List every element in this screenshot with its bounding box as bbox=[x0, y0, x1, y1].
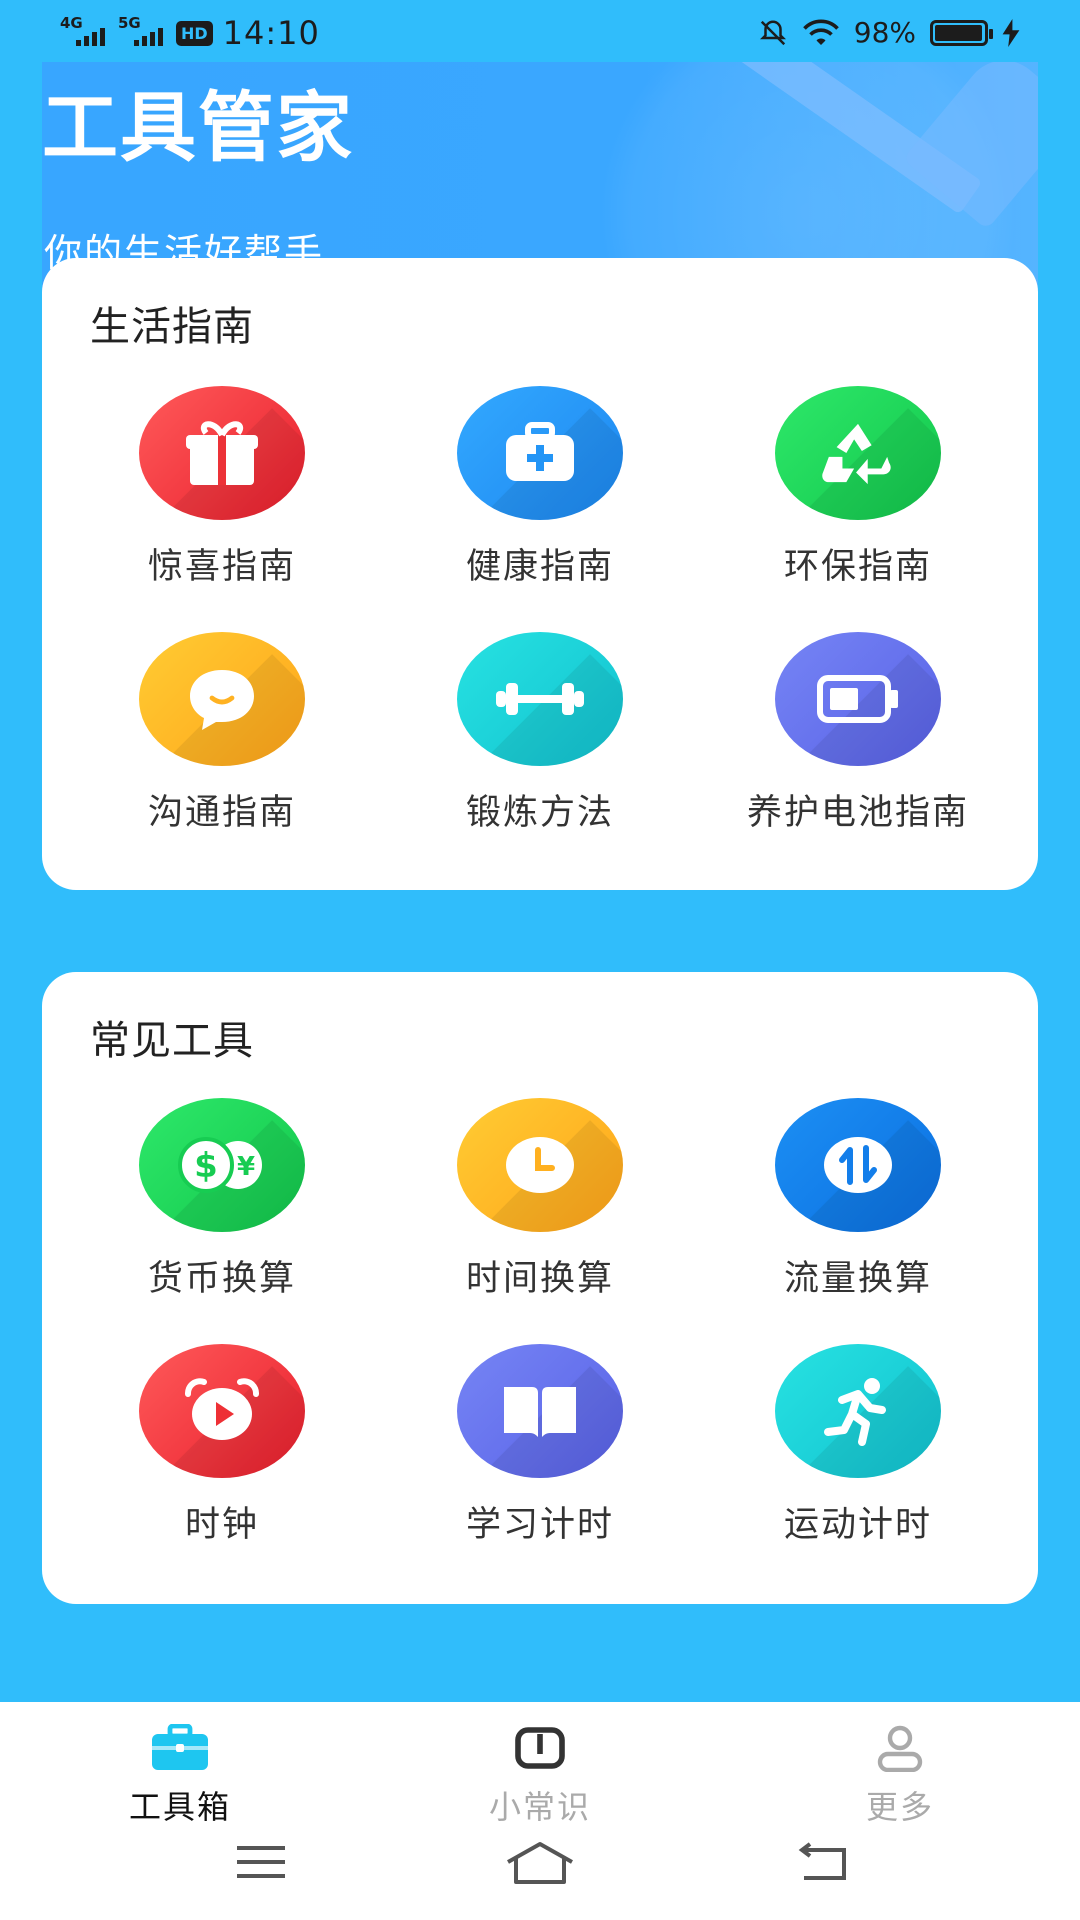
signal-4g-icon: 4G bbox=[60, 14, 108, 50]
item-label: 锻炼方法 bbox=[465, 793, 614, 833]
back-icon[interactable] bbox=[792, 1838, 872, 1898]
tool-item-data-convert[interactable]: 流量换算 bbox=[708, 1098, 1008, 1301]
data-transfer-icon bbox=[775, 1098, 941, 1232]
system-navigation-bar bbox=[0, 1838, 1080, 1908]
item-label: 流量换算 bbox=[783, 1259, 932, 1299]
notifications-off-icon bbox=[759, 19, 786, 45]
battery-percent: 98% bbox=[853, 16, 916, 49]
tab-label: 小常识 bbox=[488, 1788, 591, 1826]
tool-item-study-timer[interactable]: 学习计时 bbox=[390, 1344, 690, 1547]
status-bar-right: 98% bbox=[758, 16, 1020, 49]
toolbox-icon bbox=[150, 1723, 210, 1772]
item-label: 学习计时 bbox=[465, 1505, 614, 1545]
tab-tips[interactable]: 小常识 bbox=[440, 1724, 640, 1828]
guide-item-communication[interactable]: 沟通指南 bbox=[72, 632, 372, 835]
app-title: 工具管家 bbox=[42, 83, 354, 172]
chat-bubble-icon bbox=[139, 632, 305, 766]
guide-item-exercise[interactable]: 锻炼方法 bbox=[390, 632, 690, 835]
status-time: 14:10 bbox=[222, 14, 320, 52]
battery-icon bbox=[930, 19, 993, 46]
currency-exchange-icon: $ ¥ bbox=[139, 1098, 305, 1232]
item-label: 健康指南 bbox=[465, 547, 614, 587]
tool-item-sport-timer[interactable]: 运动计时 bbox=[708, 1344, 1008, 1547]
item-label: 惊喜指南 bbox=[147, 547, 296, 587]
tab-label: 更多 bbox=[865, 1788, 934, 1826]
item-label: 时钟 bbox=[184, 1505, 259, 1545]
section-title: 常见工具 bbox=[90, 1018, 254, 1064]
life-guide-card: 生活指南 惊喜指南 健康指南 环保指南 沟通指南 锻炼方法 养护电池指南 bbox=[42, 258, 1038, 890]
book-open-icon bbox=[510, 1724, 570, 1772]
hd-voice-icon: HD bbox=[176, 20, 213, 46]
status-bar-left: 4G 5G HD 14:10 bbox=[60, 14, 320, 52]
status-bar: 4G 5G HD 14:10 98% bbox=[0, 0, 1080, 64]
tool-item-clock[interactable]: 时钟 bbox=[72, 1344, 372, 1547]
dumbbell-icon bbox=[457, 632, 623, 766]
home-icon[interactable] bbox=[500, 1838, 580, 1898]
item-label: 货币换算 bbox=[147, 1259, 296, 1299]
tool-item-time-convert[interactable]: 时间换算 bbox=[390, 1098, 690, 1301]
tab-toolbox[interactable]: 工具箱 bbox=[80, 1723, 280, 1828]
book-icon bbox=[457, 1344, 623, 1478]
wifi-icon bbox=[802, 19, 839, 45]
menu-icon[interactable] bbox=[231, 1838, 311, 1898]
battery-icon bbox=[775, 632, 941, 766]
tab-label: 工具箱 bbox=[128, 1788, 231, 1826]
clock-icon bbox=[457, 1098, 623, 1232]
item-label: 沟通指南 bbox=[147, 793, 296, 833]
gift-icon bbox=[139, 386, 305, 520]
svg-text:¥: ¥ bbox=[237, 1152, 255, 1182]
tool-item-currency[interactable]: $ ¥ 货币换算 bbox=[72, 1098, 372, 1301]
item-label: 运动计时 bbox=[783, 1505, 932, 1545]
guide-item-surprise[interactable]: 惊喜指南 bbox=[72, 386, 372, 589]
item-label: 时间换算 bbox=[465, 1259, 614, 1299]
user-icon bbox=[870, 1724, 930, 1773]
guide-item-health[interactable]: 健康指南 bbox=[390, 386, 690, 589]
guide-item-battery[interactable]: 养护电池指南 bbox=[708, 632, 1008, 835]
alarm-clock-icon bbox=[139, 1344, 305, 1478]
signal-5g-icon: 5G bbox=[118, 14, 166, 50]
item-label: 环保指南 bbox=[783, 547, 932, 587]
guide-item-eco[interactable]: 环保指南 bbox=[708, 386, 1008, 589]
charging-icon bbox=[1002, 18, 1020, 47]
svg-text:$: $ bbox=[194, 1146, 218, 1186]
common-tools-card: 常见工具 $ ¥ 货币换算 时间换算 流量换算 时钟 学习计时 运动计时 bbox=[42, 972, 1038, 1604]
recycle-icon bbox=[775, 386, 941, 520]
item-label: 养护电池指南 bbox=[746, 793, 969, 833]
tab-more[interactable]: 更多 bbox=[800, 1724, 1000, 1828]
medical-kit-icon bbox=[457, 386, 623, 520]
runner-icon bbox=[775, 1344, 941, 1478]
section-title: 生活指南 bbox=[90, 304, 254, 350]
